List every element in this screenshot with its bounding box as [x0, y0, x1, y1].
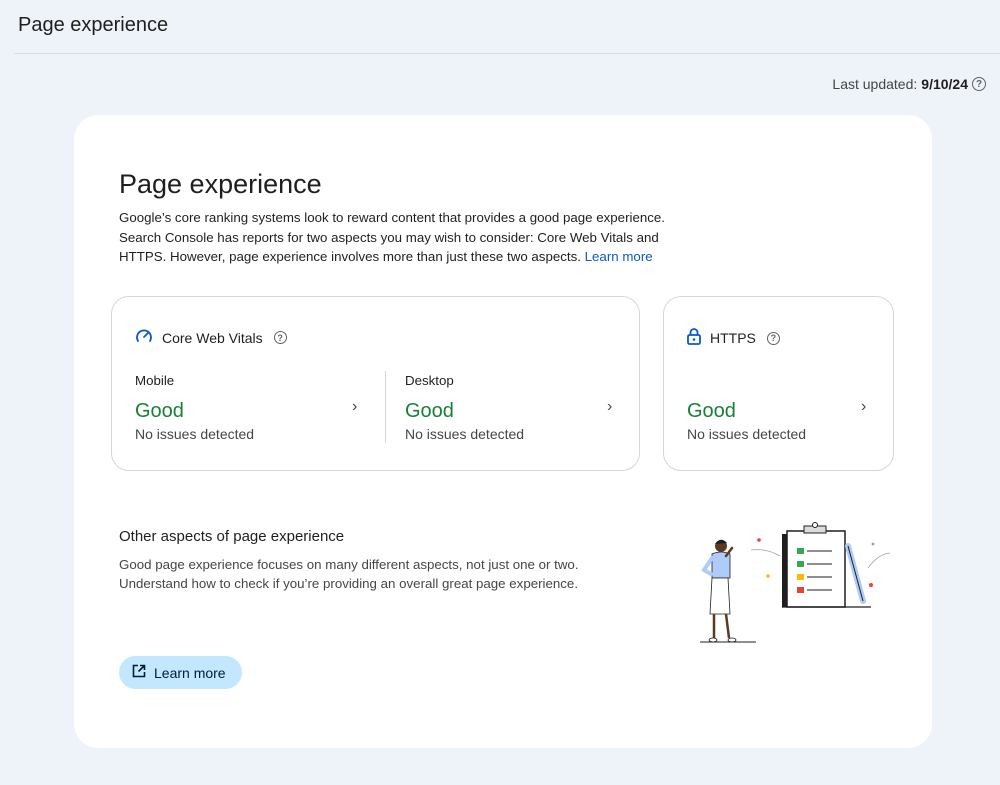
intro-text: Google’s core ranking systems look to re… — [119, 208, 689, 267]
https-detail: No issues detected — [687, 426, 807, 442]
https-header: HTTPS ? — [687, 328, 780, 348]
https-panel: HTTPS ? Good No issues detected › — [663, 296, 894, 471]
mobile-status[interactable]: Good — [135, 400, 184, 423]
card-title: Page experience — [119, 169, 322, 199]
other-aspects-description: Good page experience focuses on many dif… — [119, 557, 579, 591]
chevron-right-icon[interactable]: › — [607, 398, 612, 416]
last-updated-date: 9/10/24 — [921, 76, 968, 92]
open-in-new-icon — [132, 664, 146, 681]
https-status[interactable]: Good — [687, 400, 736, 423]
last-updated-label: Last updated: — [832, 76, 918, 92]
chevron-right-icon[interactable]: › — [861, 398, 866, 416]
last-updated: Last updated: 9/10/24 ? — [832, 76, 986, 92]
chevron-right-icon[interactable]: › — [352, 398, 357, 416]
page-experience-card: Page experience Google’s core ranking sy… — [74, 115, 932, 748]
mobile-label: Mobile — [135, 373, 175, 388]
header-divider — [14, 53, 1000, 54]
intro-body: Google’s core ranking systems look to re… — [119, 210, 665, 264]
learn-more-button-label: Learn more — [154, 664, 226, 681]
desktop-status[interactable]: Good — [405, 400, 454, 423]
core-web-vitals-panel: Core Web Vitals ? Mobile Good No issues … — [111, 296, 640, 471]
column-divider — [385, 371, 386, 443]
checklist-illustration — [696, 518, 896, 648]
page-title: Page experience — [18, 14, 169, 36]
help-circle-icon[interactable]: ? — [273, 331, 287, 344]
help-circle-icon[interactable]: ? — [972, 77, 986, 91]
desktop-label: Desktop — [405, 373, 454, 388]
desktop-detail: No issues detected — [405, 426, 525, 442]
https-title: HTTPS — [710, 330, 756, 346]
intro-learn-more-link[interactable]: Learn more — [585, 249, 653, 264]
mobile-detail: No issues detected — [135, 426, 255, 442]
learn-more-button[interactable]: Learn more — [119, 656, 242, 689]
other-aspects-title: Other aspects of page experience — [119, 528, 345, 545]
cwv-header: Core Web Vitals ? — [135, 328, 287, 347]
top-bar: Page experience — [0, 0, 1000, 54]
cwv-title: Core Web Vitals — [162, 329, 263, 346]
lock-icon — [687, 328, 701, 348]
help-circle-icon[interactable]: ? — [766, 331, 780, 345]
speedometer-icon — [135, 328, 153, 347]
